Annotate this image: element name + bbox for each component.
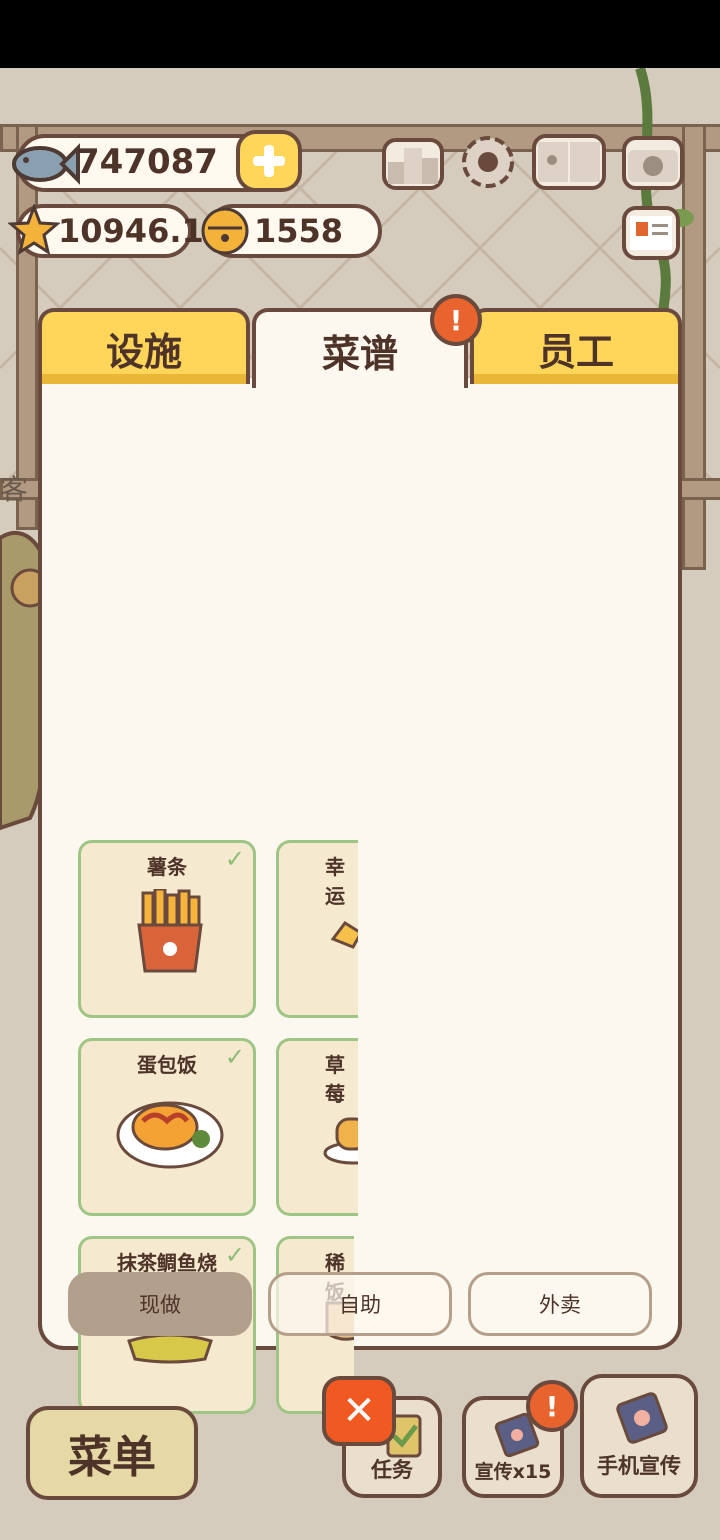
recipe-card-fries[interactable]: 薯条 ✓: [78, 840, 256, 1018]
phone-promo-button[interactable]: 手机宣传: [580, 1374, 698, 1498]
promo-alert-badge: !: [526, 1380, 578, 1432]
recipe-card-lucky[interactable]: 幸运: [276, 840, 358, 1018]
camera-icon: [628, 150, 678, 182]
recipe-card-strawberry[interactable]: 草莓: [276, 1038, 358, 1216]
podium-icon: [388, 148, 438, 184]
close-button[interactable]: ✕: [322, 1376, 396, 1446]
phone-flyer-icon: [616, 1392, 668, 1444]
bell-count: 1558: [254, 212, 344, 250]
promo-label: 宣传x15: [474, 1461, 552, 1483]
tab-facilities[interactable]: 设施: [38, 308, 250, 384]
pancake-icon: [323, 1117, 358, 1165]
owned-check-icon: ✓: [224, 1043, 245, 1071]
alert-icon: !: [545, 1389, 559, 1423]
catbook-button[interactable]: [532, 134, 606, 190]
camera-button[interactable]: [622, 136, 684, 190]
fish-count: 747087: [76, 142, 218, 182]
recipe-name: 幸运: [325, 855, 345, 908]
leaderboard-button[interactable]: [382, 138, 444, 190]
filter-delivery-label: 外卖: [539, 1293, 581, 1317]
star-icon: [8, 204, 60, 256]
gear-icon: [462, 136, 514, 188]
tab-facilities-label: 设施: [105, 329, 182, 374]
omurice-icon: [116, 1101, 224, 1169]
filter-dine-in[interactable]: 现做: [68, 1272, 252, 1336]
tab-recipes-label: 菜谱: [321, 331, 398, 376]
phone-promo-label: 手机宣传: [597, 1454, 681, 1478]
star-rating: 10946.1: [58, 212, 204, 250]
close-icon: ✕: [342, 1388, 376, 1434]
filter-dine-in-label: 现做: [139, 1293, 181, 1317]
alert-icon: !: [449, 303, 463, 337]
recipe-alert-badge: !: [430, 294, 482, 346]
menu-button[interactable]: 菜单: [26, 1406, 198, 1500]
tab-staff-label: 员工: [537, 329, 614, 374]
status-bar: [0, 0, 720, 68]
recipe-name: 草莓: [325, 1053, 345, 1106]
settings-button[interactable]: [458, 132, 518, 192]
taiyaki-icon: [127, 1335, 213, 1364]
newspaper-button[interactable]: [622, 206, 680, 260]
tasks-label: 任务: [371, 1458, 413, 1482]
add-currency-button[interactable]: [236, 130, 302, 192]
bell-icon: [201, 207, 249, 255]
recipe-card-omurice[interactable]: 蛋包饭 ✓: [78, 1038, 256, 1216]
newspaper-icon: [630, 216, 672, 250]
filter-buffet-label: 自助: [339, 1293, 381, 1317]
filter-buffet[interactable]: 自助: [268, 1272, 452, 1336]
book-icon: [538, 142, 600, 182]
filter-delivery[interactable]: 外卖: [468, 1272, 652, 1336]
menu-button-label: 菜单: [68, 1432, 156, 1483]
fries-icon: [137, 889, 203, 973]
lucky-dish-icon: [330, 920, 358, 949]
fish-icon: [12, 143, 80, 185]
plus-icon: [253, 145, 285, 177]
owned-check-icon: ✓: [224, 1241, 245, 1269]
tab-staff[interactable]: 员工: [470, 308, 682, 384]
side-label: 客: [0, 473, 29, 506]
owned-check-icon: ✓: [224, 845, 245, 873]
